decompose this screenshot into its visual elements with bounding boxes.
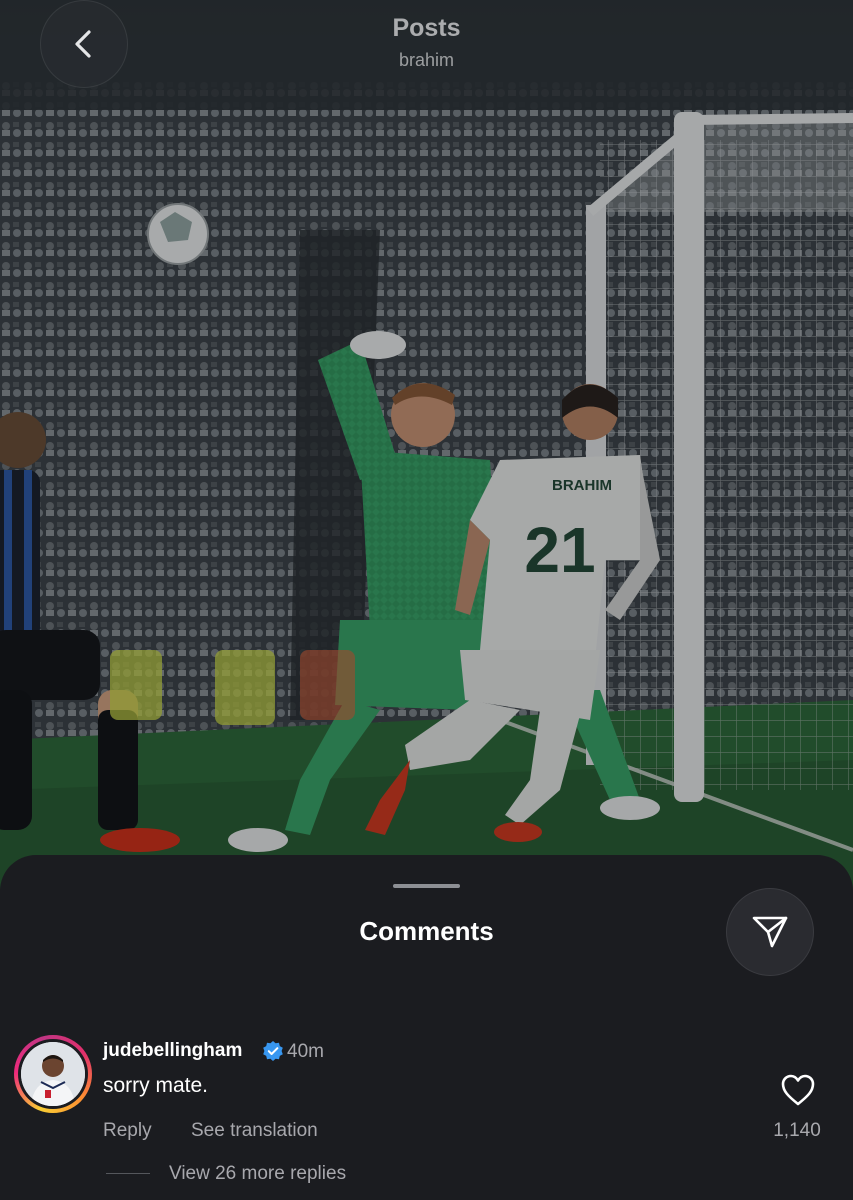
avatar[interactable]	[14, 1035, 92, 1113]
comment-text: sorry mate.	[103, 1074, 209, 1097]
reply-button[interactable]: Reply	[103, 1120, 152, 1142]
drag-handle[interactable]	[393, 884, 460, 888]
comment-time: 40m	[287, 1041, 324, 1062]
verified-badge-icon	[263, 1041, 283, 1061]
comment-username[interactable]: judebellingham	[103, 1040, 242, 1062]
heart-icon[interactable]	[780, 1073, 816, 1107]
page-subtitle[interactable]: brahim	[0, 50, 853, 71]
like-count: 1,140	[773, 1120, 821, 1141]
share-button[interactable]	[726, 888, 814, 976]
view-more-replies-button[interactable]: View 26 more replies	[169, 1163, 346, 1185]
see-translation-button[interactable]: See translation	[191, 1120, 318, 1142]
page-title: Posts	[392, 14, 461, 42]
replies-divider	[106, 1173, 150, 1174]
post-photo: BRAHIM 21	[0, 0, 853, 900]
comments-sheet: Comments judebellingham 40m sorry mate. …	[0, 855, 853, 1200]
avatar-image	[21, 1042, 85, 1106]
send-icon	[752, 916, 788, 948]
